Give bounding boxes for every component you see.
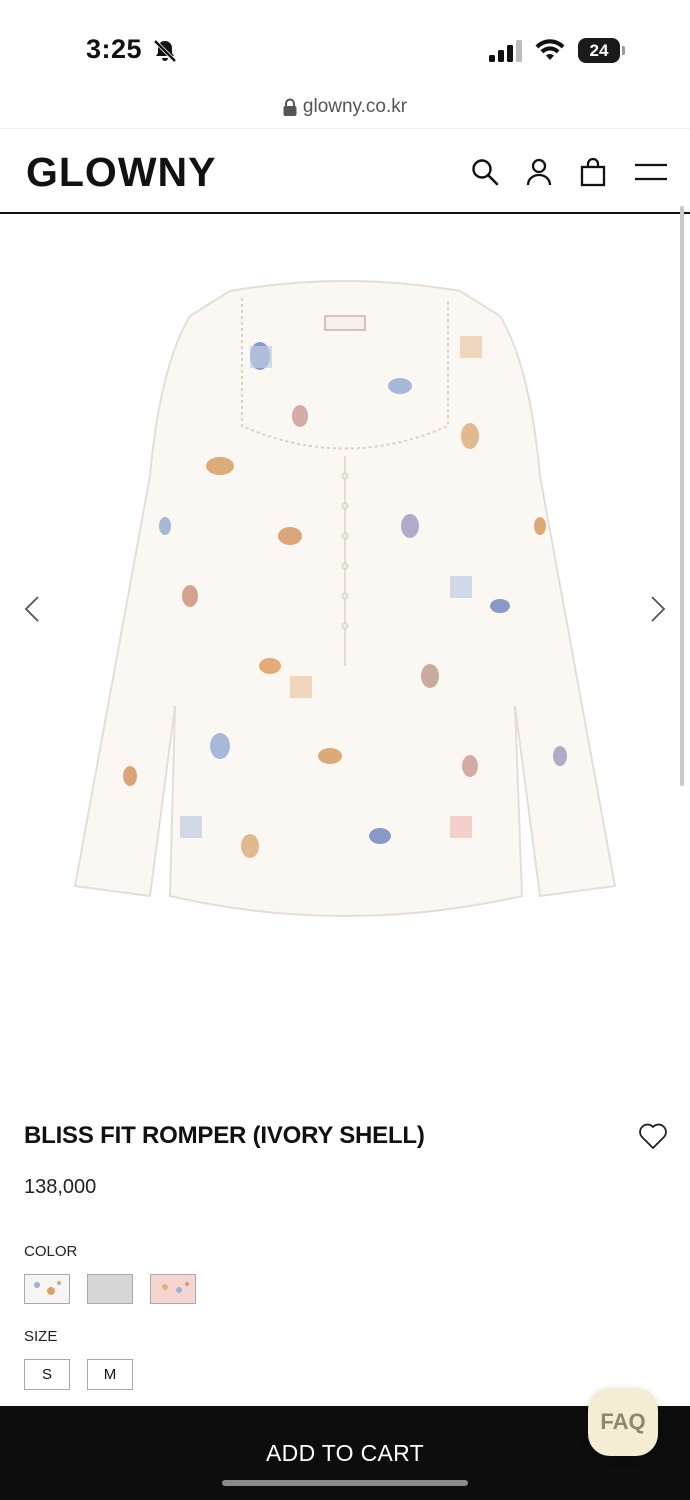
bell-off-icon [153,39,177,63]
status-bar: 3:25 24 [0,0,690,92]
product-image [73,280,617,917]
color-swatch-grey[interactable] [87,1274,133,1304]
size-option-m[interactable]: M [87,1359,133,1390]
chevron-left-icon[interactable] [22,594,42,624]
search-icon[interactable] [470,157,500,187]
status-time: 3:25 [86,34,143,64]
color-swatch-ivory-shell[interactable] [24,1274,70,1304]
shopping-bag-icon[interactable] [578,157,608,187]
product-title: BLISS FIT ROMPER (IVORY SHELL) [24,1122,425,1149]
add-to-cart-bar[interactable]: ADD TO CART [0,1406,690,1500]
site-header: GLOWNY [0,128,690,214]
lock-icon [283,98,297,116]
url-display[interactable]: glowny.co.kr [283,96,407,118]
battery-icon: 24 [578,38,626,63]
chevron-right-icon[interactable] [648,594,668,624]
add-to-cart-button[interactable]: ADD TO CART [0,1440,690,1467]
brand-logo[interactable]: GLOWNY [26,149,216,196]
url-text: glowny.co.kr [302,96,408,117]
home-indicator [222,1480,468,1486]
battery-level: 24 [578,38,620,63]
color-swatch-pink[interactable] [150,1274,196,1304]
heart-icon[interactable] [638,1122,668,1150]
swatch-pattern [162,1282,189,1293]
page-scrollbar[interactable] [680,206,684,786]
size-label: SIZE [24,1328,58,1345]
swatch-pattern [34,1281,61,1295]
faq-button[interactable]: FAQ [588,1388,658,1456]
product-gallery[interactable] [0,216,690,1086]
garment-label [324,315,366,331]
browser-url-bar[interactable]: glowny.co.kr [0,92,690,128]
user-icon[interactable] [524,157,554,187]
size-option-s[interactable]: S [24,1359,70,1390]
wifi-icon [535,39,565,60]
hamburger-menu-icon[interactable] [634,157,668,187]
color-label: COLOR [24,1243,78,1260]
cellular-signal-icon [489,40,522,62]
product-price: 138,000 [24,1176,97,1198]
battery-tip [622,46,625,55]
